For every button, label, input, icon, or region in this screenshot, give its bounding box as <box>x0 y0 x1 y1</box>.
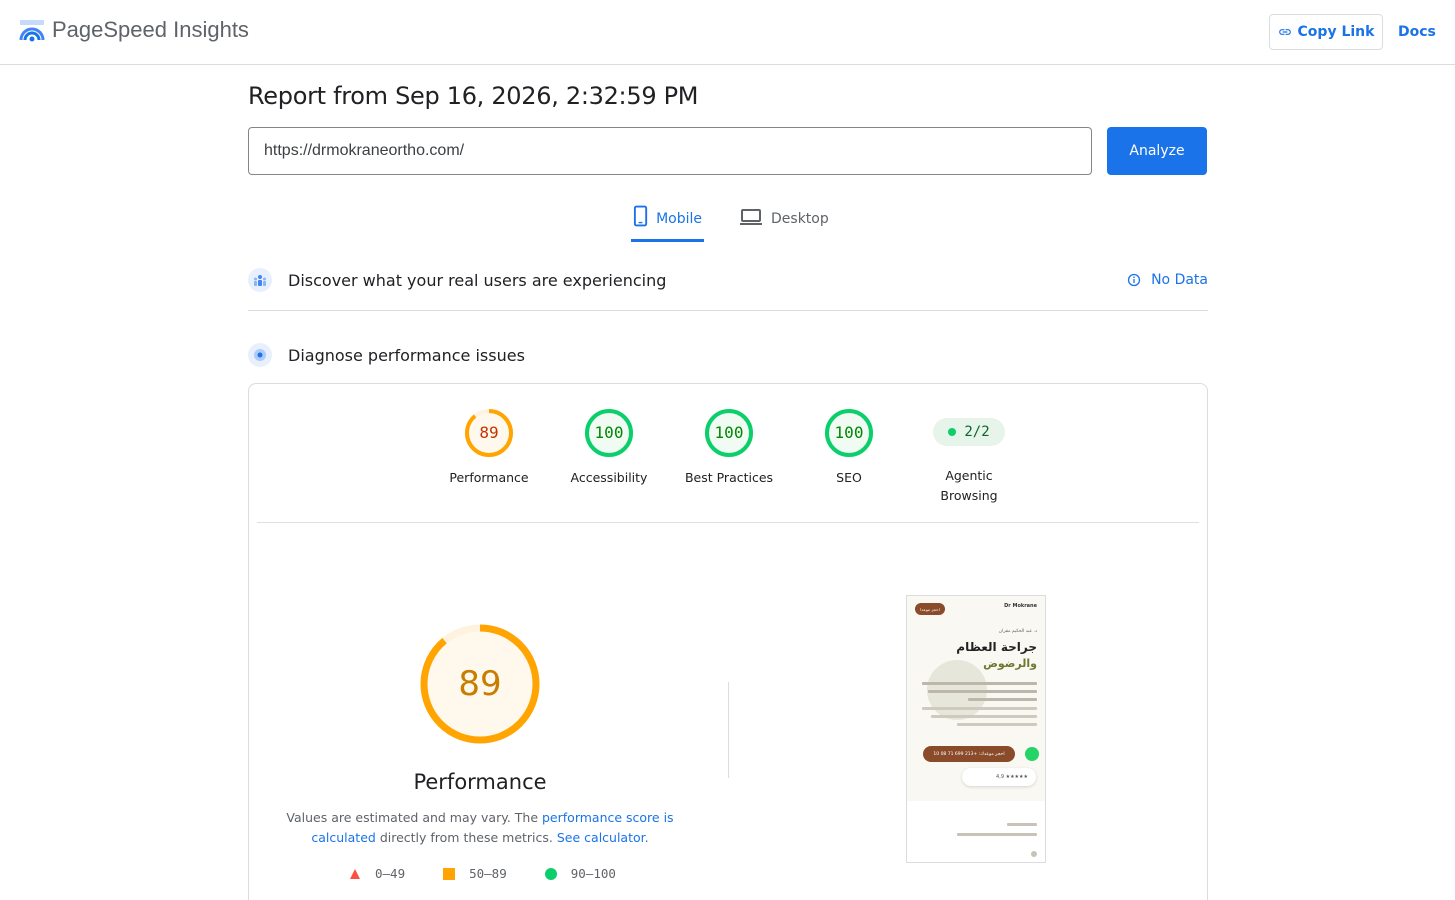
diagnose-section: Diagnose performance issues <box>248 342 1208 368</box>
tab-desktop-label: Desktop <box>771 211 829 227</box>
category-gauges: 89 Performance 100 Accessibility 100 Bes… <box>249 384 1207 523</box>
thumb-header: احجز موعدا Dr Mokrane <box>907 596 1045 620</box>
gauge-performance[interactable]: 89 Performance <box>434 408 544 488</box>
thumb-heading1: جراحة العظام <box>956 640 1037 654</box>
laptop-icon <box>740 209 762 225</box>
url-input[interactable] <box>248 127 1092 175</box>
performance-title: Performance <box>413 770 547 794</box>
agentic-label-line2: Browsing <box>940 488 998 503</box>
thumb-brand: Dr Mokrane <box>1004 603 1037 609</box>
top-app-bar: PageSpeed Insights Copy Link Docs <box>0 0 1455 65</box>
card-separator <box>257 522 1199 523</box>
gauge-performance-ring: 89 <box>465 409 513 457</box>
legend-average: 50–89 <box>443 866 507 881</box>
thumb-heading2: والرضوض <box>983 657 1037 670</box>
triangle-icon <box>350 868 360 879</box>
gauge-accessibility-label: Accessibility <box>570 470 648 485</box>
legend-average-range: 50–89 <box>469 866 507 881</box>
gauge-performance-label: Performance <box>449 470 529 485</box>
users-icon <box>248 268 272 292</box>
gauge-seo-ring: 100 <box>825 409 873 457</box>
thumb-top-button: احجز موعدا <box>915 603 945 615</box>
real-users-section: Discover what your real users are experi… <box>248 267 1208 293</box>
thumb-subtitle: د. عبد الحكيم مقران <box>998 629 1037 634</box>
thumb-rating: 4,9 ★★★★★ <box>962 768 1036 786</box>
phone-icon <box>633 205 648 227</box>
performance-big-gauge: 89 <box>420 624 540 744</box>
gauge-agentic-browsing[interactable]: 2/2 Agentic Browsing <box>914 408 1024 506</box>
copy-link-label: Copy Link <box>1297 24 1375 40</box>
agentic-label-line1: Agentic <box>945 468 993 483</box>
gauge-accessibility[interactable]: 100 Accessibility <box>554 408 664 488</box>
agentic-value: 2/2 <box>964 424 990 440</box>
performance-big-score: 89 <box>458 664 501 704</box>
legend-poor: 0–49 <box>349 866 405 881</box>
note-prefix: Values are estimated and may vary. The <box>286 810 542 825</box>
link-icon <box>1278 29 1291 35</box>
whatsapp-icon <box>1025 747 1039 761</box>
thumb-cta: احجز موعدك: +213 699 71 08 10 <box>923 746 1015 762</box>
gauge-seo-value: 100 <box>835 423 864 442</box>
page-screenshot[interactable]: احجز موعدا Dr Mokrane د. عبد الحكيم مقرا… <box>906 595 1046 863</box>
analyze-button[interactable]: Analyze <box>1107 127 1207 175</box>
agentic-label: Agentic Browsing <box>914 466 1024 506</box>
gauge-performance-value: 89 <box>479 423 498 442</box>
gauge-accessibility-ring: 100 <box>585 409 633 457</box>
agentic-pill: 2/2 <box>933 418 1005 446</box>
copy-link-button[interactable]: Copy Link <box>1269 14 1383 50</box>
gauge-seo[interactable]: 100 SEO <box>794 408 904 488</box>
report-card: 89 Performance 100 Accessibility 100 Bes… <box>248 383 1208 900</box>
tab-desktop[interactable]: Desktop <box>739 204 829 242</box>
no-data-label: No Data <box>1151 272 1208 288</box>
app-title[interactable]: PageSpeed Insights <box>52 17 249 43</box>
gauge-seo-label: SEO <box>836 470 862 485</box>
tab-mobile[interactable]: Mobile <box>631 204 704 242</box>
pass-dot-icon <box>948 428 957 436</box>
performance-note: Values are estimated and may vary. The p… <box>279 808 681 848</box>
gauge-accessibility-value: 100 <box>595 423 624 442</box>
see-calculator-link[interactable]: See calculator. <box>557 830 649 845</box>
section-divider <box>248 310 1208 311</box>
note-middle: directly from these metrics. <box>375 830 557 845</box>
pagespeed-logo-icon[interactable] <box>19 18 45 44</box>
vertical-separator <box>728 682 729 778</box>
docs-link[interactable]: Docs <box>1398 24 1436 40</box>
legend-good-range: 90–100 <box>570 866 616 881</box>
no-data-link[interactable]: No Data <box>1127 272 1208 288</box>
score-legend: 0–49 50–89 90–100 <box>349 866 616 881</box>
thumb-text-lines <box>922 682 1037 731</box>
gauge-best-practices-value: 100 <box>715 423 744 442</box>
legend-good: 90–100 <box>544 866 616 881</box>
tab-mobile-label: Mobile <box>656 211 702 227</box>
gauge-best-practices-ring: 100 <box>705 409 753 457</box>
real-users-title: Discover what your real users are experi… <box>288 270 667 290</box>
legend-poor-range: 0–49 <box>375 866 406 881</box>
circle-icon <box>544 867 557 880</box>
thumb-bottom <box>907 801 1045 862</box>
info-icon <box>1127 273 1141 287</box>
gauge-best-practices[interactable]: 100 Best Practices <box>674 408 784 488</box>
square-icon <box>443 867 456 880</box>
diagnose-icon <box>248 343 272 367</box>
diagnose-title: Diagnose performance issues <box>288 345 525 365</box>
gauge-best-practices-label: Best Practices <box>684 470 774 485</box>
report-title: Report from Sep 16, 2026, 2:32:59 PM <box>248 82 699 110</box>
